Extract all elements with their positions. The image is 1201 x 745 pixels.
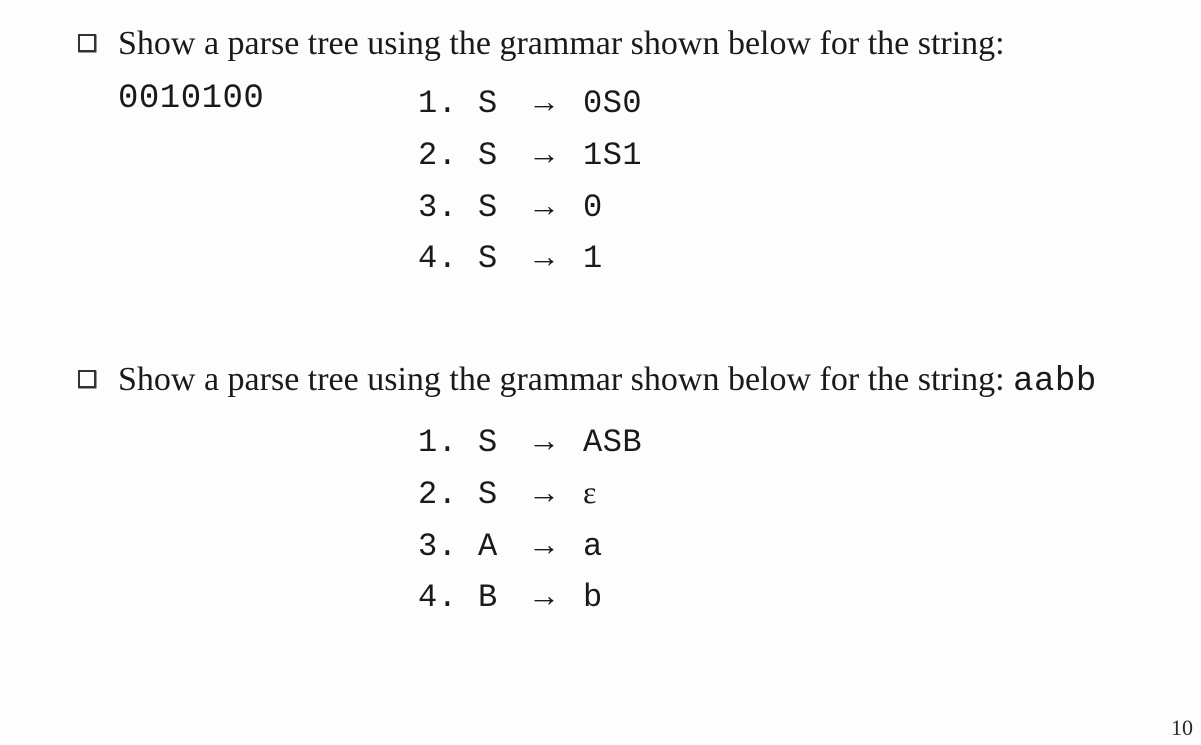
question-2-grammar: 1. S → ASB 2. S → ε 3. A → a 4. B → b: [418, 416, 1151, 622]
question-1-prefix: Show a parse tree using the grammar show…: [118, 25, 1005, 62]
rule-rhs: a: [583, 522, 603, 572]
question-2-target-string: aabb: [1013, 363, 1097, 401]
question-2-prefix: Show a parse tree using the grammar show…: [118, 361, 1013, 398]
rule-rhs: ASB: [583, 418, 642, 468]
arrow-icon: →: [528, 129, 583, 179]
rule-rhs: 1: [583, 234, 603, 284]
question-2-block: Show a parse tree using the grammar show…: [78, 354, 1151, 623]
arrow-icon: →: [528, 520, 583, 570]
rule-lhs: S: [478, 470, 528, 520]
grammar-rule: 1. S → ASB: [418, 416, 1151, 468]
arrow-icon: →: [528, 232, 583, 282]
rule-number: 4.: [418, 573, 478, 623]
rule-number: 2.: [418, 470, 478, 520]
grammar-rule: 4. B → b: [418, 571, 1151, 623]
rule-rhs: b: [583, 573, 603, 623]
rule-number: 1.: [418, 79, 478, 129]
rule-number: 2.: [418, 131, 478, 181]
rule-number: 3.: [418, 522, 478, 572]
rule-lhs: S: [478, 234, 528, 284]
grammar-rule: 3. S → 0: [418, 181, 1151, 233]
rule-number: 3.: [418, 183, 478, 233]
bullet-icon: [78, 370, 96, 388]
rule-rhs: ε: [583, 468, 597, 518]
question-1-block: Show a parse tree using the grammar show…: [78, 18, 1151, 284]
question-2-prompt-row: Show a parse tree using the grammar show…: [78, 354, 1151, 409]
rule-lhs: S: [478, 131, 528, 181]
grammar-rule: 3. A → a: [418, 520, 1151, 572]
rule-lhs: A: [478, 522, 528, 572]
rule-lhs: S: [478, 79, 528, 129]
rule-rhs: 1S1: [583, 131, 642, 181]
page-number: 10: [1171, 715, 1193, 741]
arrow-icon: →: [528, 416, 583, 466]
rule-rhs: 0: [583, 183, 603, 233]
rule-rhs: 0S0: [583, 79, 642, 129]
arrow-icon: →: [528, 181, 583, 231]
bullet-icon: [78, 34, 96, 52]
grammar-rule: 2. S → ε: [418, 468, 1151, 520]
question-2-text: Show a parse tree using the grammar show…: [118, 354, 1151, 409]
question-1-target-string: 0010100: [118, 80, 264, 118]
arrow-icon: →: [528, 571, 583, 621]
rule-lhs: B: [478, 573, 528, 623]
grammar-rule: 4. S → 1: [418, 232, 1151, 284]
rule-lhs: S: [478, 418, 528, 468]
rule-number: 1.: [418, 418, 478, 468]
rule-lhs: S: [478, 183, 528, 233]
grammar-rule: 2. S → 1S1: [418, 129, 1151, 181]
arrow-icon: →: [528, 77, 583, 127]
slide: Show a parse tree using the grammar show…: [0, 0, 1201, 745]
arrow-icon: →: [528, 468, 583, 518]
rule-number: 4.: [418, 234, 478, 284]
